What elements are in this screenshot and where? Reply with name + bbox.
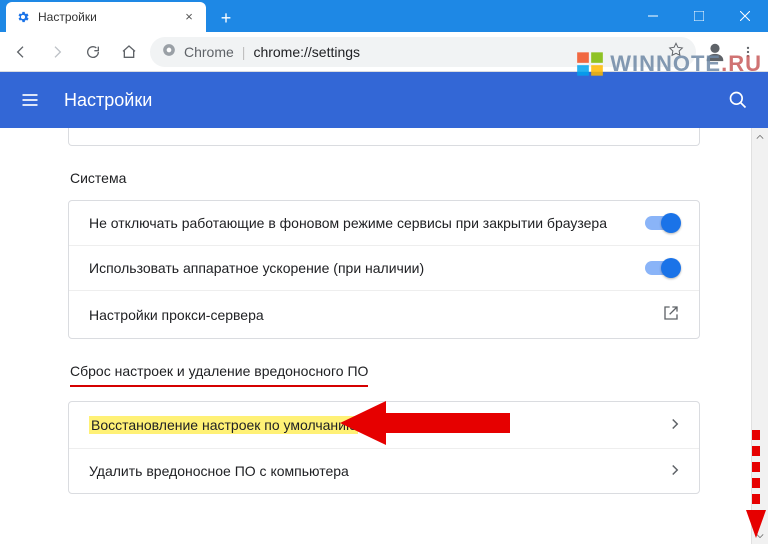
row-label: Восстановление настроек по умолчанию: [89, 416, 358, 434]
row-label: Удалить вредоносное ПО с компьютера: [89, 463, 349, 479]
settings-title: Настройки: [64, 90, 728, 111]
home-button[interactable]: [114, 37, 144, 67]
toggle-on-icon[interactable]: [645, 261, 679, 275]
row-hardware-accel[interactable]: Использовать аппаратное ускорение (при н…: [69, 245, 699, 290]
settings-header: Настройки: [0, 72, 768, 128]
annotation-arrow-icon: [340, 395, 510, 456]
scroll-region[interactable]: Система Не отключать работающие в фоново…: [0, 128, 768, 544]
tab-strip: Настройки × +: [0, 0, 630, 32]
previous-card-edge: [68, 128, 700, 146]
chevron-right-icon: [671, 417, 679, 433]
scroll-up-icon[interactable]: [752, 128, 768, 145]
search-icon[interactable]: [728, 90, 748, 110]
kebab-menu-icon[interactable]: [734, 45, 762, 59]
profile-avatar-icon[interactable]: [702, 39, 728, 65]
tab-title: Настройки: [38, 10, 174, 24]
browser-toolbar: Chrome | chrome://settings: [0, 32, 768, 72]
close-icon[interactable]: ×: [182, 10, 196, 24]
back-button[interactable]: [6, 37, 36, 67]
settings-content: Система Не отключать работающие в фоново…: [0, 128, 768, 544]
omnibox-separator: |: [242, 44, 246, 60]
hamburger-icon[interactable]: [20, 90, 40, 110]
window-titlebar: Настройки × +: [0, 0, 768, 32]
section-system: Система Не отключать работающие в фоново…: [68, 170, 700, 339]
minimize-button[interactable]: [630, 0, 676, 32]
plus-icon: +: [221, 8, 232, 29]
row-proxy[interactable]: Настройки прокси-сервера: [69, 290, 699, 338]
omnibox[interactable]: Chrome | chrome://settings: [150, 37, 696, 67]
row-background-apps[interactable]: Не отключать работающие в фоновом режиме…: [69, 201, 699, 245]
bookmark-star-icon[interactable]: [668, 42, 684, 61]
forward-button[interactable]: [42, 37, 72, 67]
browser-tab[interactable]: Настройки ×: [6, 2, 206, 32]
toggle-on-icon[interactable]: [645, 216, 679, 230]
section-title-reset: Сброс настроек и удаление вредоносного П…: [70, 363, 368, 387]
close-window-button[interactable]: [722, 0, 768, 32]
chrome-icon: [162, 43, 176, 60]
annotation-dashed-arrow-icon: [744, 430, 768, 545]
window-controls: [630, 0, 768, 32]
row-label: Настройки прокси-сервера: [89, 307, 264, 323]
card-system: Не отключать работающие в фоновом режиме…: [68, 200, 700, 339]
new-tab-button[interactable]: +: [212, 4, 240, 32]
row-label: Использовать аппаратное ускорение (при н…: [89, 260, 424, 276]
section-title-system: Система: [70, 170, 700, 186]
chevron-right-icon: [671, 463, 679, 479]
gear-icon: [16, 10, 30, 24]
external-link-icon: [663, 305, 679, 324]
omnibox-url: chrome://settings: [253, 44, 360, 60]
maximize-button[interactable]: [676, 0, 722, 32]
row-label: Не отключать работающие в фоновом режиме…: [89, 215, 607, 231]
omnibox-prefix: Chrome: [184, 44, 234, 60]
reload-button[interactable]: [78, 37, 108, 67]
